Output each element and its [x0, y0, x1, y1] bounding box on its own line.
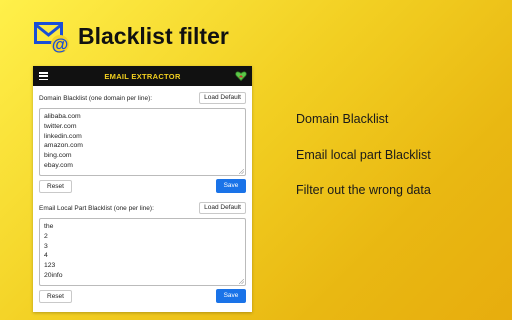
- local-save-button[interactable]: Save: [216, 289, 246, 303]
- domain-line: linkedin.com: [44, 132, 82, 140]
- resize-grip-icon[interactable]: [239, 279, 244, 284]
- extension-panel: EMAIL EXTRACTOR Domain Blacklist (one do…: [33, 66, 252, 312]
- domain-line: ebay.com: [44, 161, 73, 169]
- local-line: 3: [44, 242, 48, 250]
- heart-icon[interactable]: [235, 70, 247, 82]
- domain-line: alibaba.com: [44, 113, 81, 120]
- domain-load-default-button[interactable]: Load Default: [199, 92, 246, 104]
- local-blacklist-textarea[interactable]: the 2 3 4 123 20info: [39, 218, 246, 286]
- local-reset-button[interactable]: Reset: [39, 290, 72, 303]
- svg-text:@: @: [52, 35, 69, 54]
- domain-blacklist-label: Domain Blacklist (one domain per line):: [39, 95, 153, 102]
- resize-grip-icon[interactable]: [239, 169, 244, 174]
- local-line: 2: [44, 232, 48, 240]
- local-load-default-button[interactable]: Load Default: [199, 202, 246, 214]
- header-title: EMAIL EXTRACTOR: [104, 71, 181, 81]
- email-at-icon: @: [34, 22, 69, 54]
- domain-line: bing.com: [44, 152, 72, 160]
- domain-reset-button[interactable]: Reset: [39, 180, 72, 193]
- domain-save-button[interactable]: Save: [216, 179, 246, 193]
- page-title: Blacklist filter: [78, 23, 229, 49]
- panel-header: EMAIL EXTRACTOR: [33, 66, 252, 86]
- feature-local-part-blacklist: Email local part Blacklist: [296, 148, 431, 162]
- domain-blacklist-textarea[interactable]: alibaba.com twitter.com linkedin.com ama…: [39, 108, 246, 176]
- domain-line: twitter.com: [44, 122, 77, 130]
- feature-domain-blacklist: Domain Blacklist: [296, 112, 389, 126]
- hamburger-menu-icon[interactable]: [39, 72, 48, 81]
- local-line: 123: [44, 262, 56, 270]
- local-blacklist-label: Email Local Part Blacklist (one per line…: [39, 205, 154, 212]
- local-line: the: [44, 223, 54, 230]
- feature-filter-wrong-data: Filter out the wrong data: [296, 183, 431, 197]
- local-line: 20info: [44, 271, 63, 279]
- local-line: 4: [44, 252, 48, 260]
- domain-line: amazon.com: [44, 142, 83, 150]
